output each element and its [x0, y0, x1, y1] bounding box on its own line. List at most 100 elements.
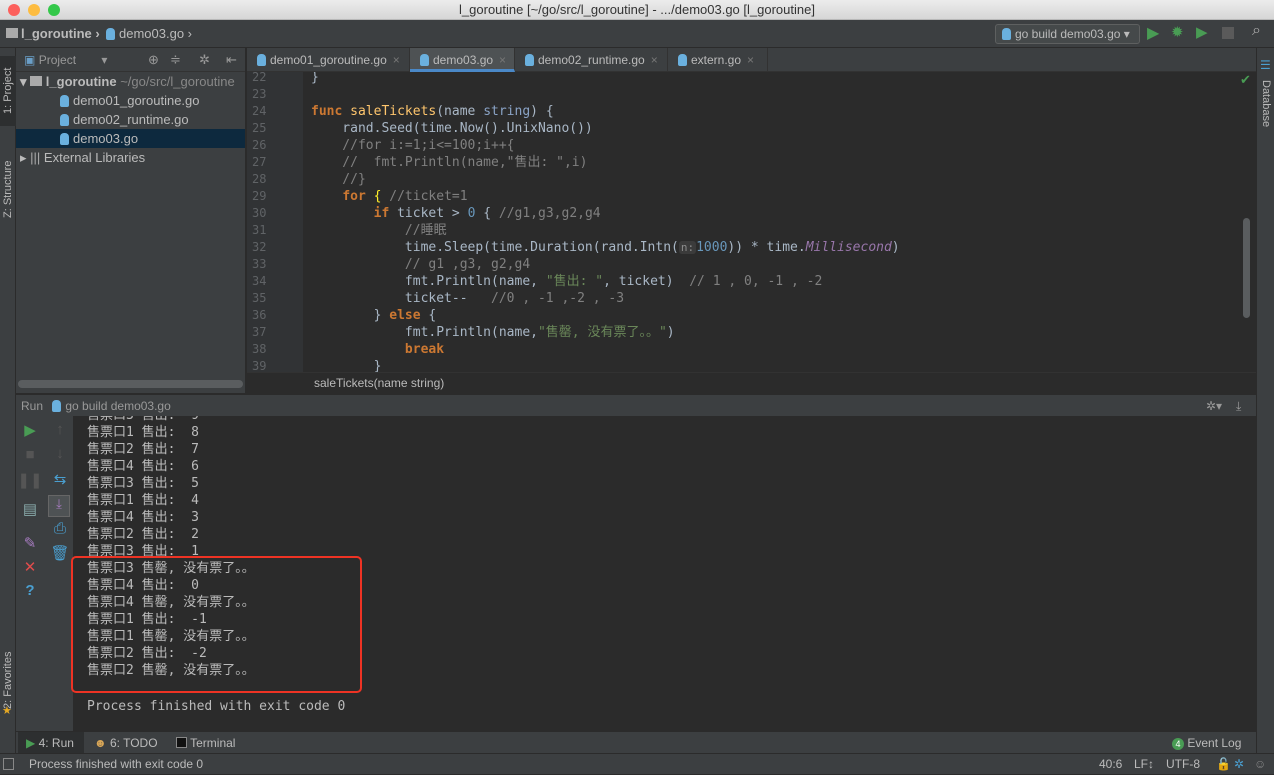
- close-tab-icon[interactable]: ×: [393, 53, 400, 67]
- editor-tabs: demo01_goroutine.go × demo03.go × demo02_r…: [247, 48, 1256, 72]
- code-token: ticket >: [397, 206, 468, 221]
- tab-demo02-runtime[interactable]: demo02_runtime.go ×: [515, 48, 668, 72]
- line-separator[interactable]: LF↕: [1134, 754, 1154, 775]
- tree-item-file-selected[interactable]: demo03.go: [16, 129, 245, 148]
- coverage-icon[interactable]: ▶: [1196, 23, 1208, 41]
- tree-item-external-libraries[interactable]: ▸ ||| External Libraries: [16, 148, 245, 167]
- tool-tab-terminal[interactable]: Terminal: [176, 732, 235, 754]
- debug-icon[interactable]: ✹: [1171, 23, 1184, 41]
- run-icon[interactable]: ▶: [1147, 23, 1159, 43]
- tab-demo01-goroutine[interactable]: demo01_goroutine.go ×: [247, 48, 410, 72]
- close-window-button[interactable]: [8, 4, 20, 16]
- code-token: {: [428, 308, 437, 323]
- search-icon[interactable]: ⌕: [1252, 22, 1261, 40]
- run-panel-title: Run: [21, 399, 44, 413]
- scroll-to-end-icon[interactable]: ⤓: [48, 495, 70, 517]
- tool-tab-todo[interactable]: ☻ 6: TODO: [94, 732, 158, 754]
- run-config-dropdown[interactable]: go build demo03.go ▾: [995, 24, 1140, 44]
- tool-tab-run[interactable]: ▶ 4: Run: [18, 732, 84, 754]
- code-editor[interactable]: 22 23 24 25 26 27 28 29 30 31 32 33 34 35 36 37 38 39 } fu…: [247, 72, 1256, 372]
- code-token: fmt.Println(name,: [311, 325, 538, 340]
- stop-icon[interactable]: ■: [16, 446, 44, 463]
- code-token: time.Sleep(time.Duration(rand.Intn(: [311, 240, 679, 255]
- breadcrumb-project[interactable]: l_goroutine ›: [6, 26, 100, 41]
- zoom-window-button[interactable]: [48, 4, 60, 16]
- minimize-window-button[interactable]: [28, 4, 40, 16]
- console-line: 售票口4 售出: 6: [87, 459, 199, 474]
- code-token: //睡眠: [311, 223, 447, 238]
- pin-icon[interactable]: ✎: [16, 534, 44, 552]
- code-token: }: [311, 72, 319, 85]
- code-line: }: [311, 358, 382, 372]
- stop-icon[interactable]: [1222, 27, 1234, 39]
- tab-demo03[interactable]: demo03.go ×: [410, 48, 515, 72]
- code-line: ticket-- //0 , -1 ,-2 , -3: [311, 290, 624, 307]
- code-token: //}: [311, 172, 366, 187]
- hide-panel-icon[interactable]: ⤓: [1236, 395, 1241, 417]
- tool-tab-project[interactable]: 1: Project: [0, 56, 16, 126]
- folder-icon: [6, 28, 18, 38]
- code-token: (name: [436, 104, 484, 119]
- editor-vertical-scrollbar[interactable]: [1243, 218, 1250, 318]
- trash-icon[interactable]: 🗑: [46, 544, 74, 562]
- star-icon: ★: [2, 705, 12, 717]
- tree-item-file[interactable]: demo02_runtime.go: [16, 110, 245, 129]
- locate-icon[interactable]: ⊕: [148, 52, 159, 68]
- soft-wrap-icon[interactable]: ⇆: [46, 470, 74, 488]
- project-horizontal-scrollbar[interactable]: [18, 380, 243, 388]
- event-log-button[interactable]: 4 Event Log: [1172, 732, 1241, 754]
- status-bar: Process finished with exit code 0 40:6 L…: [0, 753, 1274, 774]
- project-panel-header: ▣ Project ▾ ⊕ ≑ ✲ ⇤: [16, 48, 245, 72]
- arrow-up-icon[interactable]: ↑: [46, 421, 74, 438]
- print-icon[interactable]: ⎙: [46, 520, 74, 537]
- window-title-bar: l_goroutine [~/go/src/l_goroutine] - ...…: [0, 0, 1274, 20]
- close-tab-icon[interactable]: ×: [499, 53, 506, 67]
- close-icon[interactable]: ✕: [16, 558, 44, 576]
- folder-icon: [30, 76, 43, 86]
- layout-icon[interactable]: ▤: [16, 500, 44, 518]
- code-token: //for i:=1;i<=100;i++{: [311, 138, 515, 153]
- project-view-dropdown[interactable]: ▣ Project ▾: [24, 53, 107, 67]
- run-config-name: go build demo03.go: [65, 399, 171, 413]
- tool-tab-database[interactable]: Database: [1258, 74, 1274, 134]
- console-line: 售票口3 售出: 5: [87, 476, 199, 491]
- terminal-icon: [176, 737, 187, 748]
- tool-tab-structure[interactable]: Z: Structure: [0, 144, 16, 234]
- code-line: rand.Seed(time.Now().UnixNano()): [311, 120, 593, 137]
- arrow-down-icon[interactable]: ↓: [46, 445, 74, 462]
- tab-extern[interactable]: extern.go ×: [668, 48, 768, 72]
- close-tab-icon[interactable]: ×: [651, 53, 658, 67]
- gear-icon[interactable]: ✲▾: [1206, 395, 1222, 417]
- collapse-icon[interactable]: ≑: [170, 52, 181, 68]
- line-number: 35: [252, 291, 267, 305]
- editor-breadcrumb[interactable]: saleTickets(name string): [247, 372, 1256, 393]
- toggle-tool-windows-icon[interactable]: [3, 758, 14, 770]
- settings-icon[interactable]: ✲: [1234, 754, 1244, 775]
- line-number: 30: [252, 206, 267, 220]
- inspector-icon[interactable]: ☺: [1254, 754, 1266, 775]
- code-token: 1000: [696, 240, 728, 255]
- breadcrumb-file[interactable]: demo03.go ›: [106, 26, 192, 41]
- go-file-icon: [678, 54, 687, 66]
- go-file-icon: [60, 95, 69, 107]
- code-token: // fmt.Println(name,"售出: ",i): [311, 155, 588, 170]
- rerun-icon[interactable]: ▶: [16, 421, 44, 439]
- expand-arrow-icon: ▾: [20, 74, 27, 89]
- code-token: ticket--: [311, 291, 492, 306]
- pause-icon[interactable]: ❚❚: [16, 471, 44, 489]
- lock-icon[interactable]: 🔓: [1216, 754, 1231, 775]
- tree-item-file[interactable]: demo01_goroutine.go: [16, 91, 245, 110]
- gear-icon[interactable]: ✲: [199, 52, 210, 68]
- file-encoding[interactable]: UTF-8: [1166, 754, 1200, 775]
- library-icon: |||: [30, 150, 41, 165]
- cursor-position[interactable]: 40:6: [1099, 754, 1122, 775]
- status-message: Process finished with exit code 0: [29, 757, 204, 771]
- tree-item-project-root[interactable]: ▾ l_goroutine ~/go/src/l_goroutine: [16, 72, 245, 91]
- hide-panel-icon[interactable]: ⇤: [226, 52, 237, 68]
- help-icon[interactable]: ?: [16, 582, 44, 599]
- code-line: // g1 ,g3, g2,g4: [311, 256, 530, 273]
- code-token: rand.Seed(time.Now().UnixNano()): [311, 121, 593, 136]
- right-tool-strip: ☰ Database: [1256, 48, 1274, 753]
- navigation-bar: l_goroutine › demo03.go › go build demo0…: [0, 20, 1274, 48]
- close-tab-icon[interactable]: ×: [747, 53, 754, 67]
